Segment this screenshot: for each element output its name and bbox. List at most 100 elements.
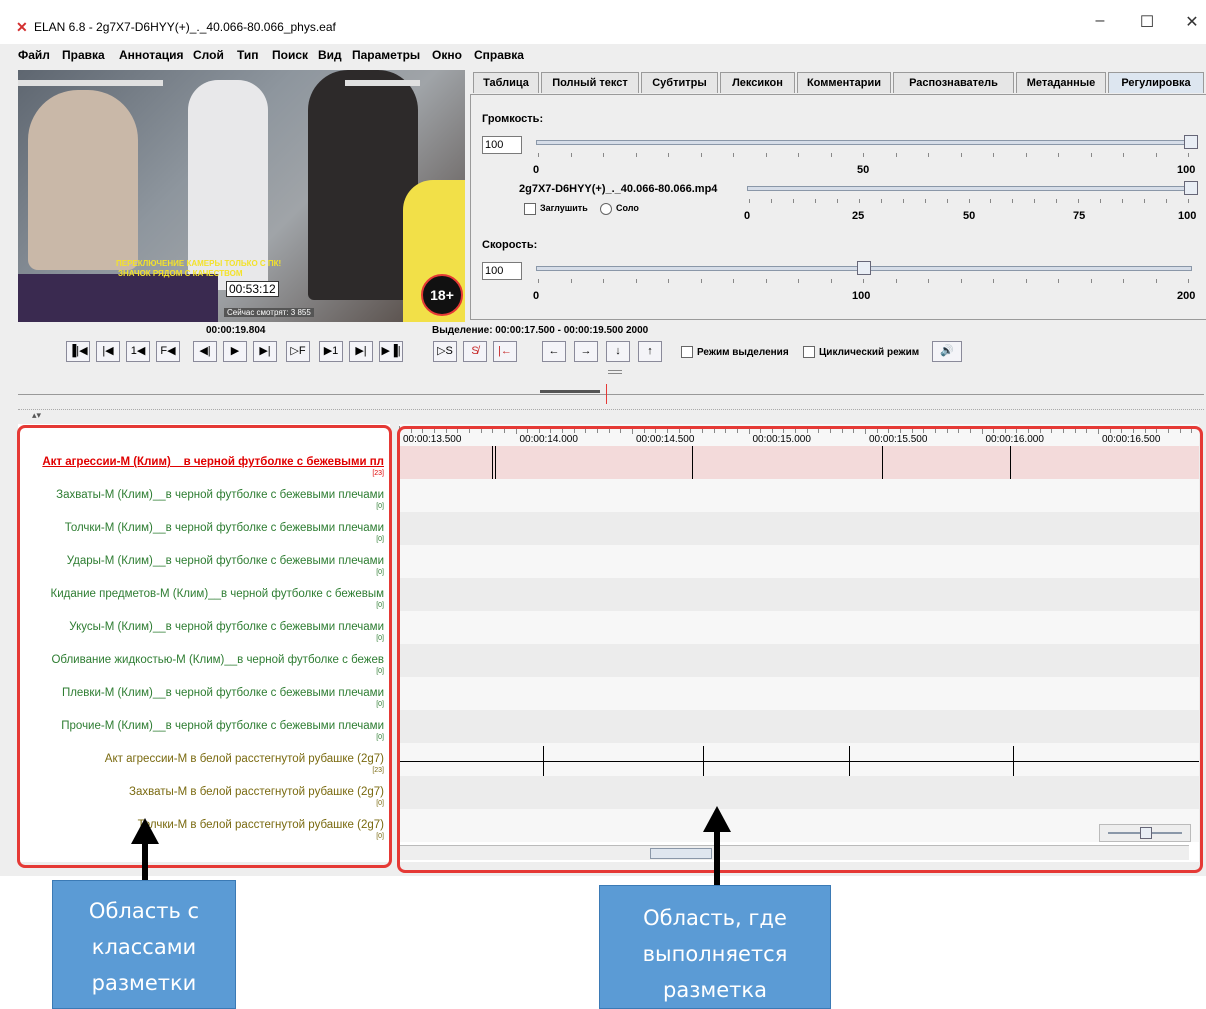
slider-tick (1056, 199, 1058, 203)
clear-selection-button[interactable]: S̸ (463, 341, 487, 362)
arrow-up-icon (131, 818, 159, 844)
media-tick-label: 100 (1178, 210, 1197, 222)
play-to-boundary-button[interactable]: ▶| (253, 341, 277, 362)
slider-tick (990, 199, 992, 203)
next-frame-button[interactable]: ▶| (349, 341, 373, 362)
right-arrow-button[interactable]: → (574, 341, 598, 362)
slider-tick (538, 279, 539, 283)
slider-tick (1025, 279, 1027, 283)
callout-tier-area: Область с классами разметки (52, 880, 236, 1009)
tab-lexicon[interactable]: Лексикон (720, 72, 795, 93)
menu-type[interactable]: Тип (237, 48, 259, 62)
tab-comments[interactable]: Комментарии (797, 72, 891, 93)
previous-frame-button[interactable]: |◀ (96, 341, 120, 362)
slider-tick (968, 199, 970, 203)
volume-slider-thumb[interactable] (1184, 135, 1198, 149)
volume-tick-label: 100 (1177, 164, 1196, 176)
media-volume-track[interactable] (747, 186, 1192, 191)
slider-tick (1166, 199, 1168, 203)
menu-annotation[interactable]: Аннотация (119, 48, 184, 62)
slider-tick (570, 153, 572, 157)
video-overlay-bar (18, 80, 163, 86)
mute-checkbox[interactable] (524, 203, 536, 215)
selection-to-cursor-button[interactable]: |← (493, 341, 517, 362)
step-back-button[interactable]: 1◀ (126, 341, 150, 362)
slider-tick (830, 279, 832, 283)
video-player[interactable]: ПЕРЕКЛЮЧЕНИЕ КАМЕРЫ ТОЛЬКО С ПК! ЗНАЧОК … (18, 70, 465, 322)
solo-label: Соло (616, 203, 639, 213)
menu-edit[interactable]: Правка (62, 48, 105, 62)
slider-tick (1100, 199, 1102, 203)
selection-mode-checkbox[interactable] (681, 346, 693, 358)
timeline-axis (18, 394, 1204, 395)
splitter[interactable] (0, 366, 1206, 380)
slider-tick (603, 153, 604, 157)
frame-forward-button[interactable]: ▷F (286, 341, 310, 362)
media-volume-thumb[interactable] (1184, 181, 1198, 195)
elan-logo-icon: ✕ (16, 19, 28, 35)
menu-window[interactable]: Окно (432, 48, 462, 62)
loop-mode-checkbox[interactable] (803, 346, 815, 358)
selection-mode-label: Режим выделения (697, 347, 789, 358)
menu-options[interactable]: Параметры (352, 48, 420, 62)
tab-recognizer[interactable]: Распознаватель (893, 72, 1014, 93)
tab-controls[interactable]: Регулировка (1108, 72, 1204, 93)
down-arrow-button[interactable]: ↓ (606, 341, 630, 362)
maximize-button[interactable]: ☐ (1127, 12, 1167, 32)
volume-slider-track[interactable] (536, 140, 1192, 145)
slider-tick (538, 153, 539, 157)
slider-tick (1078, 199, 1080, 203)
arrow-shaft (714, 830, 720, 886)
menu-bar: Файл Правка Аннотация Слой Тип Поиск Вид… (0, 44, 1206, 66)
speed-tick-label: 0 (533, 290, 540, 302)
volume-icon[interactable]: 🔊 (932, 341, 962, 362)
solo-radio[interactable] (600, 203, 612, 215)
tab-full-text[interactable]: Полный текст (541, 72, 639, 93)
minimize-button[interactable]: – (1080, 12, 1120, 30)
step-forward-button[interactable]: ▶1 (319, 341, 343, 362)
go-to-begin-button[interactable]: ▐|◀ (66, 341, 90, 362)
menu-view[interactable]: Вид (318, 48, 342, 62)
age-badge: 18+ (421, 274, 463, 316)
slider-tick (770, 199, 772, 203)
up-arrow-button[interactable]: ↑ (638, 341, 662, 362)
slider-tick (902, 199, 904, 203)
left-arrow-button[interactable]: ← (542, 341, 566, 362)
slider-tick (1155, 279, 1157, 283)
mute-label: Заглушить (540, 203, 588, 213)
tab-metadata[interactable]: Метаданные (1016, 72, 1106, 93)
video-caption: ЗНАЧОК РЯДОМ С КАЧЕСТВОМ (118, 269, 243, 278)
speed-slider-thumb[interactable] (857, 261, 871, 275)
menu-help[interactable]: Справка (474, 48, 524, 62)
divider (18, 409, 1204, 411)
arrow-up-icon (703, 806, 731, 832)
close-button[interactable]: ✕ (1172, 12, 1206, 32)
slider-tick (1122, 199, 1124, 203)
tab-subtitles[interactable]: Субтитры (641, 72, 718, 93)
play-selection-button[interactable]: ▷S (433, 341, 457, 362)
slider-tick (668, 153, 669, 157)
menu-tier[interactable]: Слой (193, 48, 224, 62)
slider-tick (814, 199, 816, 203)
menu-search[interactable]: Поиск (272, 48, 308, 62)
slider-tick (635, 153, 637, 157)
frame-back-button[interactable]: F◀ (156, 341, 180, 362)
speed-input[interactable]: 100 (482, 262, 522, 280)
annotation-area-highlight (397, 426, 1203, 873)
overview-timeline[interactable] (18, 384, 1204, 406)
slider-tick (880, 199, 882, 203)
media-tick-label: 75 (1073, 210, 1086, 222)
tab-table[interactable]: Таблица (473, 72, 539, 93)
slider-tick (895, 279, 897, 283)
slider-tick (792, 199, 794, 203)
collapse-icon[interactable]: ▴▾ (32, 410, 41, 421)
slider-tick (858, 199, 860, 203)
menu-file[interactable]: Файл (18, 48, 50, 62)
slider-tick (798, 279, 799, 283)
slider-tick (1155, 153, 1157, 157)
volume-input[interactable]: 100 (482, 136, 522, 154)
go-to-end-button[interactable]: ▶▐| (379, 341, 403, 362)
play-selection-back-button[interactable]: ◀| (193, 341, 217, 362)
slider-tick (1188, 279, 1189, 283)
play-button[interactable]: ▶ (223, 341, 247, 362)
